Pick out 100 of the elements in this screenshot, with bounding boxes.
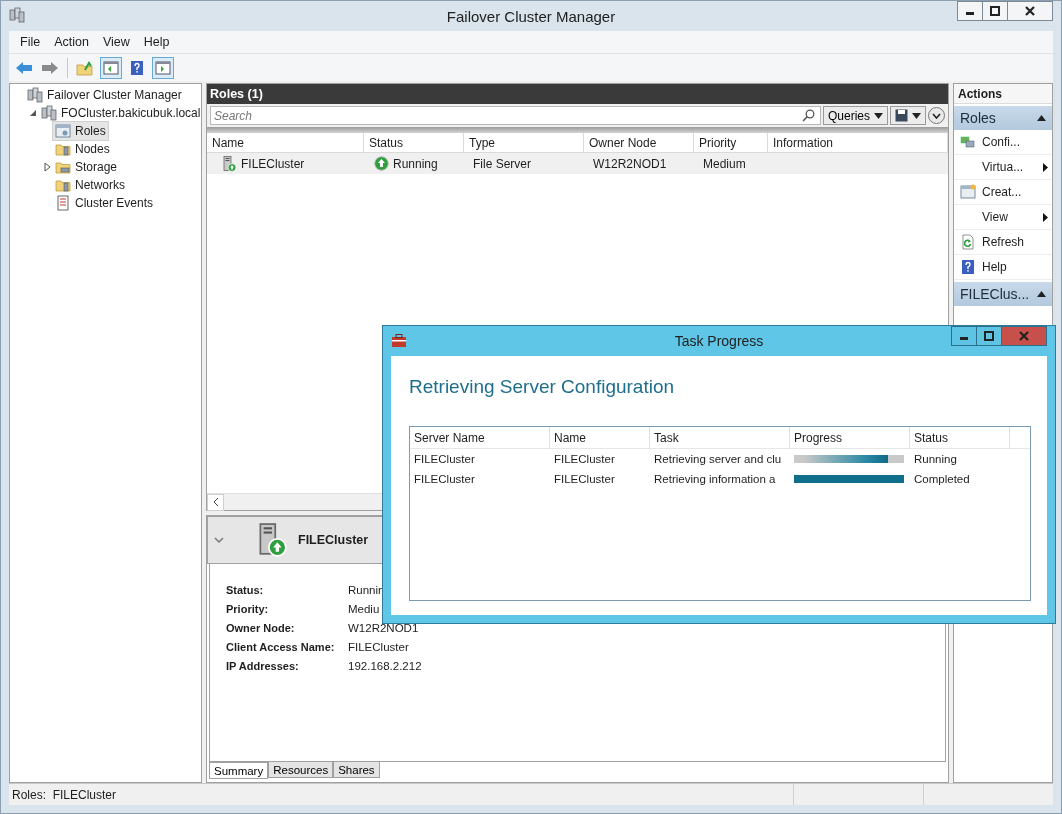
chevron-down-icon [932,112,941,119]
table-cell-text: FILECluster [413,452,476,467]
field-value: Mediu [348,602,381,617]
maximize-icon [990,6,1000,16]
menu-item[interactable]: View [95,35,137,49]
table-cell-text: Running [913,452,958,467]
menu-item[interactable]: Help [136,35,177,49]
command-link[interactable]: Refresh [954,230,1052,255]
collapse-chevron-icon[interactable] [214,536,224,544]
folder-icon [55,177,71,193]
table-cell: Running [364,153,464,174]
column-header[interactable]: Task [650,427,790,449]
help-icon [130,59,144,76]
event-log-icon [55,195,71,211]
table-cell: File Server [464,153,584,174]
toolbox-icon [391,333,407,349]
tree-item[interactable]: Failover Cluster Manager [24,85,185,105]
close-button[interactable] [1007,1,1053,21]
tab[interactable]: Summary [209,762,269,779]
command-link[interactable]: View [954,205,1052,230]
caret-icon [912,112,921,119]
dialog-title: Task Progress [674,333,764,349]
field-value: 192.168.2.212 [348,659,423,674]
folder-up-icon [76,59,94,76]
tree-item[interactable]: Roles [52,121,109,141]
actions-title: Actions [954,84,1052,104]
close-icon [1025,6,1035,16]
field-label: Owner Node: [226,621,296,636]
minimize-button[interactable] [957,1,983,21]
cluster-icon [27,87,43,103]
scroll-left-button[interactable] [207,493,224,511]
column-header[interactable]: Server Name [410,427,550,449]
menu-item[interactable]: Action [47,35,96,49]
column-header[interactable]: Progress [790,427,910,449]
caret-icon [874,112,883,119]
search-icon [801,109,815,122]
table-cell: Medium [694,153,768,174]
menu-item[interactable]: File [13,35,48,49]
folder-icon [55,159,71,175]
pane-title: Roles (1) [207,84,948,104]
tab[interactable]: Resources [268,761,334,778]
servers-icon [960,134,976,150]
collapse-arrow-icon [1037,115,1046,121]
show-tree-button[interactable] [100,56,122,79]
command-link[interactable]: Creat... [954,180,1052,205]
dialog-heading: Retrieving Server Configuration [409,376,676,398]
column-header[interactable]: Status [910,427,1010,449]
collapse-arrow-icon [1037,291,1046,297]
command-link[interactable]: Virtua... [954,155,1052,180]
search-field[interactable]: Search [210,106,821,125]
submenu-arrow-icon [1043,162,1048,172]
chevron-left-icon [212,498,219,506]
details-title: FILECluster [298,533,369,547]
server-icon [221,155,237,172]
collapse-arrow-icon[interactable] [28,108,38,118]
pane-icon [155,60,171,75]
save-query-button[interactable] [890,106,926,125]
maximize-button[interactable] [976,326,1002,346]
field-label: Priority: [226,602,270,617]
tree-item[interactable]: Cluster Events [52,193,157,213]
window-title: Failover Cluster Manager [446,7,616,25]
field-label: IP Addresses: [226,659,300,674]
table-cell-text: FILECluster [413,472,476,487]
table-cell-text: Retrieving server and clu [653,452,783,467]
tree-item[interactable]: FOCluster.bakicubuk.local [38,103,204,123]
tree-item[interactable]: Networks [52,175,128,195]
save-icon [895,109,908,122]
field-value: W12R2NOD1 [348,621,420,636]
table-cell-text: FILECluster [553,472,616,487]
maximize-button[interactable] [982,1,1008,21]
column-header[interactable]: Name [550,427,650,449]
field-value: FILECluster [348,640,410,655]
pane-icon [103,60,119,75]
tree-item[interactable]: Nodes [52,139,113,159]
queries-button[interactable]: Queries [822,106,888,125]
maximize-icon [984,331,994,341]
expand-arrow-icon[interactable] [42,162,52,172]
command-link[interactable]: Help [954,255,1052,280]
minimize-button[interactable] [951,326,977,346]
submenu-arrow-icon [1043,212,1048,222]
forward-arrow-icon [41,60,59,75]
cluster-icon [41,105,57,121]
roles-icon [55,123,71,139]
field-label: Status: [226,583,265,598]
expand-button[interactable] [928,107,945,124]
table-cell-text: Retrieving information a [653,472,777,487]
field-label: Client Access Name: [226,640,336,655]
show-actions-button[interactable] [152,56,174,79]
section-header[interactable]: Roles [954,106,1052,130]
back-arrow-icon [15,60,33,75]
table-cell-text: FILECluster [553,452,616,467]
tab[interactable]: Shares [333,761,380,778]
command-link[interactable]: Confi... [954,130,1052,155]
tree-item[interactable]: Storage [52,157,121,177]
help-icon [960,259,976,275]
cluster-icon [9,6,25,23]
folder-icon [55,141,71,157]
table-cell-text: Completed [913,472,971,487]
section-header[interactable]: FILEClus... [954,282,1052,306]
roles-icon [960,184,976,200]
